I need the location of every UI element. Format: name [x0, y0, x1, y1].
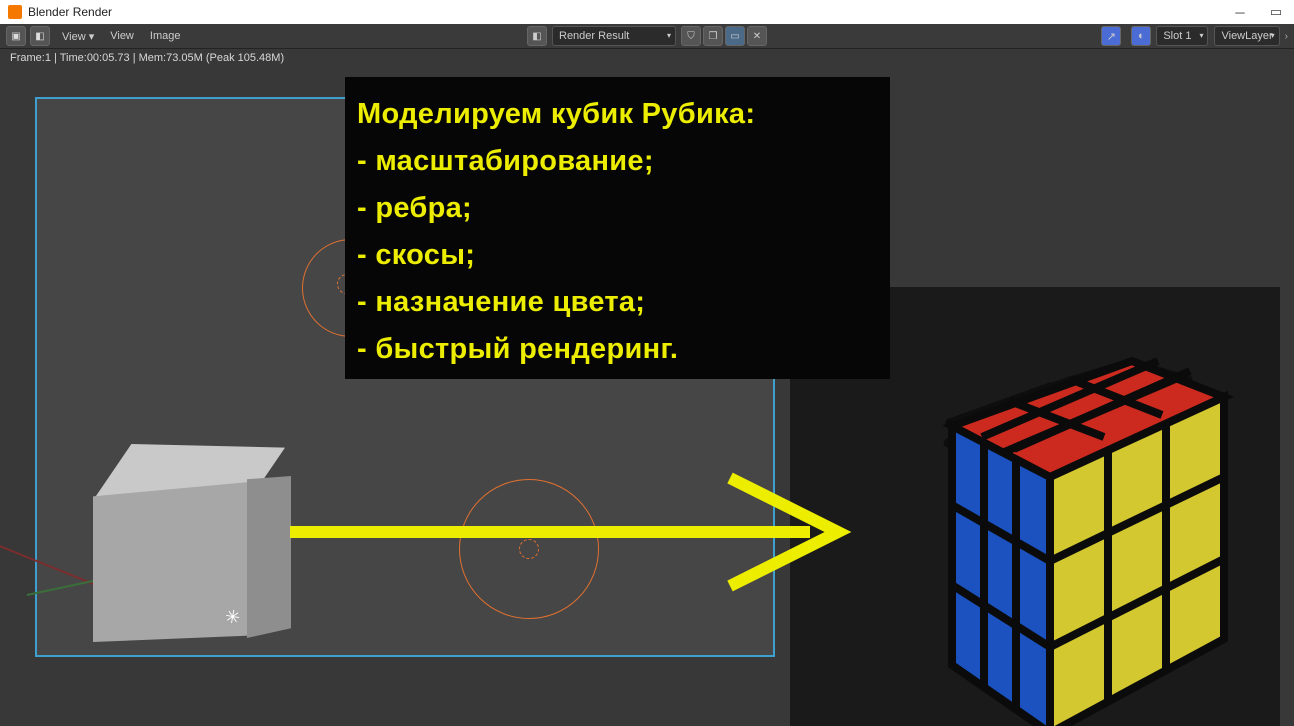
shield-icon[interactable]: ⛉ [681, 26, 701, 46]
image-editor-header: ▣ ◧ View ▾ View Image ◧ Render Result ⛉ … [0, 24, 1294, 49]
editor-type-icon[interactable]: ▣ [6, 26, 26, 46]
annotation-line: - назначение цвета; [357, 279, 878, 326]
titlebar: Blender Render ─ ▭ [0, 0, 1294, 24]
folder-icon[interactable]: ▭ [725, 26, 745, 46]
menu-image[interactable]: Image [142, 30, 189, 42]
close-icon[interactable]: ✕ [747, 26, 767, 46]
annotation-line: - масштабирование; [357, 138, 878, 185]
status-bar: Frame:1 | Time:00:05.73 | Mem:73.05M (Pe… [0, 49, 1294, 67]
mode-icon[interactable]: ◧ [30, 26, 50, 46]
menu-view[interactable]: View [102, 30, 142, 42]
main-area: ✳ Моделируем кубик Рубика: - масштабиров… [0, 67, 1294, 725]
annotation-line: - ребра; [357, 185, 878, 232]
window-title: Blender Render [28, 5, 112, 19]
view-dropdown[interactable]: View ▾ [54, 30, 102, 43]
rendered-rubiks-cube [890, 353, 1230, 726]
header-right: ↗ ◐ Slot 1 ViewLayer › [1099, 26, 1288, 46]
annotation-line: - скосы; [357, 232, 878, 279]
light-center-2 [519, 539, 539, 559]
display-channel-icon[interactable]: ↗ [1101, 26, 1121, 46]
sphere-icon[interactable]: ◐ [1131, 26, 1151, 46]
slot-dropdown[interactable]: Slot 1 [1156, 26, 1208, 46]
minimize-button[interactable]: ─ [1222, 0, 1258, 24]
image-name-dropdown[interactable]: Render Result [552, 26, 676, 46]
chevron-right-icon[interactable]: › [1285, 31, 1288, 42]
maximize-button[interactable]: ▭ [1258, 0, 1294, 24]
viewlayer-field[interactable]: ViewLayer [1214, 26, 1279, 46]
blender-logo-icon [8, 5, 22, 19]
cube-side-face [247, 476, 291, 638]
app-body: ▣ ◧ View ▾ View Image ◧ Render Result ⛉ … [0, 24, 1294, 726]
header-center: ◧ Render Result ⛉ ❐ ▭ ✕ [526, 26, 768, 46]
image-type-icon[interactable]: ◧ [527, 26, 547, 46]
annotation-overlay: Моделируем кубик Рубика: - масштабирован… [345, 77, 890, 379]
default-cube[interactable]: ✳ [87, 444, 297, 669]
duplicate-icon[interactable]: ❐ [703, 26, 723, 46]
annotation-line: Моделируем кубик Рубика: [357, 91, 878, 138]
annotation-line: - быстрый рендеринг. [357, 326, 878, 373]
window-controls: ─ ▭ [1222, 0, 1294, 24]
